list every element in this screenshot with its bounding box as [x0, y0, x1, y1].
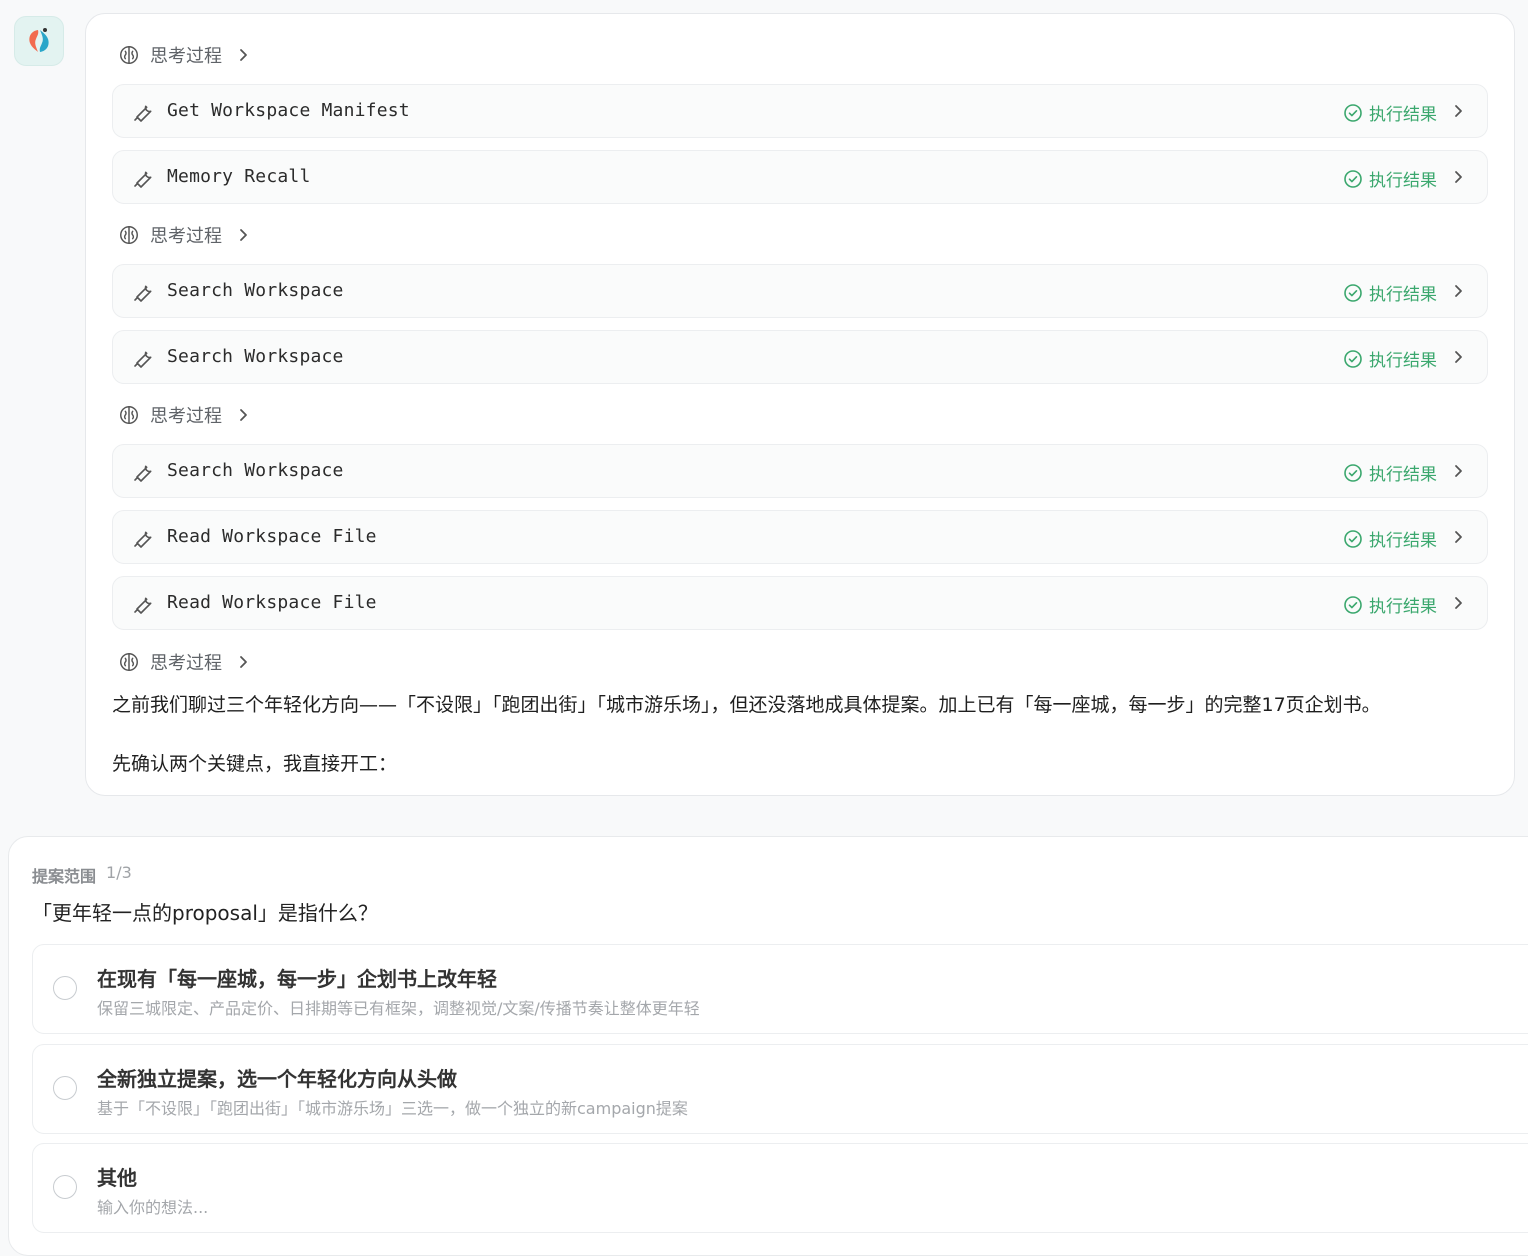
thinking-process-toggle[interactable]: 思考过程	[118, 220, 250, 250]
check-circle-icon	[1343, 463, 1363, 483]
tool-status[interactable]: 执行结果	[1343, 526, 1437, 551]
answer-option[interactable]: 全新独立提案，选一个年轻化方向从头做 基于「不设限」「跑团出街」「城市游乐场」三…	[32, 1044, 1528, 1134]
brain-icon	[118, 651, 140, 673]
tool-status-label: 执行结果	[1369, 285, 1437, 305]
question-title: 「更年轻一点的proposal」是指什么？	[32, 901, 378, 925]
option-input-placeholder[interactable]: 输入你的想法...	[97, 1194, 208, 1218]
brain-icon	[118, 44, 140, 66]
message-paragraph: 先确认两个关键点，我直接开工：	[112, 753, 398, 775]
option-title: 其他	[97, 1166, 137, 1190]
wrench-icon	[131, 100, 155, 124]
option-description: 保留三城限定、产品定价、日排期等已有框架，调整视觉/文案/传播节奏让整体更年轻	[97, 999, 700, 1018]
tool-call-row[interactable]: Read Workspace File 执行结果	[112, 510, 1488, 564]
chevron-right-icon[interactable]	[1451, 530, 1465, 544]
radio-button[interactable]	[53, 1076, 77, 1100]
check-circle-icon	[1343, 103, 1363, 123]
tool-call-row[interactable]: Memory Recall 执行结果	[112, 150, 1488, 204]
question-counter: 1/3	[106, 863, 132, 882]
tool-name: Read Workspace File	[167, 592, 377, 613]
tool-status-label: 执行结果	[1369, 597, 1437, 617]
tool-status[interactable]: 执行结果	[1343, 346, 1437, 371]
check-circle-icon	[1343, 595, 1363, 615]
tool-name: Search Workspace	[167, 460, 344, 481]
option-title: 在现有「每一座城，每一步」企划书上改年轻	[97, 967, 497, 991]
tool-status[interactable]: 执行结果	[1343, 166, 1437, 191]
chevron-right-icon[interactable]	[1451, 596, 1465, 610]
question-header: 提案范围 1/3	[32, 863, 132, 887]
tool-status-label: 执行结果	[1369, 531, 1437, 551]
chevron-right-icon[interactable]	[1451, 284, 1465, 298]
chevron-right-icon[interactable]	[1451, 170, 1465, 184]
assistant-message: 思考过程 Get Workspace Manifest 执行结果 Memory …	[85, 13, 1515, 796]
thinking-process-toggle[interactable]: 思考过程	[118, 647, 250, 677]
app-logo-icon	[29, 28, 49, 52]
wrench-icon	[131, 346, 155, 370]
option-title: 全新独立提案，选一个年轻化方向从头做	[97, 1067, 457, 1091]
wrench-icon	[131, 166, 155, 190]
thinking-label: 思考过程	[150, 406, 222, 427]
tool-call-row[interactable]: Search Workspace 执行结果	[112, 264, 1488, 318]
tool-call-row[interactable]: Search Workspace 执行结果	[112, 444, 1488, 498]
question-category: 提案范围	[32, 867, 97, 886]
tool-status[interactable]: 执行结果	[1343, 100, 1437, 125]
radio-button[interactable]	[53, 976, 77, 1000]
thinking-process-toggle[interactable]: 思考过程	[118, 400, 250, 430]
chevron-right-icon	[236, 228, 250, 242]
option-description: 基于「不设限」「跑团出街」「城市游乐场」三选一，做一个独立的新campaign提…	[97, 1099, 688, 1118]
tool-status-label: 执行结果	[1369, 105, 1437, 125]
tool-name: Search Workspace	[167, 280, 344, 301]
wrench-icon	[131, 592, 155, 616]
tool-call-row[interactable]: Read Workspace File 执行结果	[112, 576, 1488, 630]
tool-name: Search Workspace	[167, 346, 344, 367]
wrench-icon	[131, 526, 155, 550]
tool-status-label: 执行结果	[1369, 465, 1437, 485]
radio-button[interactable]	[53, 1175, 77, 1199]
tool-status[interactable]: 执行结果	[1343, 592, 1437, 617]
thinking-label: 思考过程	[150, 653, 222, 674]
thinking-label: 思考过程	[150, 46, 222, 67]
thinking-process-toggle[interactable]: 思考过程	[118, 40, 250, 70]
chevron-right-icon	[236, 48, 250, 62]
tool-status-label: 执行结果	[1369, 351, 1437, 371]
chevron-right-icon[interactable]	[1451, 464, 1465, 478]
assistant-avatar	[14, 16, 64, 66]
chevron-right-icon	[236, 408, 250, 422]
check-circle-icon	[1343, 349, 1363, 369]
answer-option-other[interactable]: 其他 输入你的想法...	[32, 1143, 1528, 1233]
thinking-label: 思考过程	[150, 226, 222, 247]
brain-icon	[118, 224, 140, 246]
tool-name: Read Workspace File	[167, 526, 377, 547]
tool-status-label: 执行结果	[1369, 171, 1437, 191]
check-circle-icon	[1343, 283, 1363, 303]
question-card: 提案范围 1/3 「更年轻一点的proposal」是指什么？ 在现有「每一座城，…	[8, 836, 1528, 1256]
wrench-icon	[131, 460, 155, 484]
tool-name: Memory Recall	[167, 166, 311, 187]
message-paragraph: 之前我们聊过三个年轻化方向——「不设限」「跑团出街」「城市游乐场」，但还没落地成…	[112, 694, 1381, 716]
tool-name: Get Workspace Manifest	[167, 100, 410, 121]
chevron-right-icon	[236, 655, 250, 669]
tool-call-row[interactable]: Search Workspace 执行结果	[112, 330, 1488, 384]
wrench-icon	[131, 280, 155, 304]
tool-call-row[interactable]: Get Workspace Manifest 执行结果	[112, 84, 1488, 138]
tool-status[interactable]: 执行结果	[1343, 460, 1437, 485]
answer-option[interactable]: 在现有「每一座城，每一步」企划书上改年轻 保留三城限定、产品定价、日排期等已有框…	[32, 944, 1528, 1034]
chevron-right-icon[interactable]	[1451, 104, 1465, 118]
check-circle-icon	[1343, 529, 1363, 549]
brain-icon	[118, 404, 140, 426]
tool-status[interactable]: 执行结果	[1343, 280, 1437, 305]
chevron-right-icon[interactable]	[1451, 350, 1465, 364]
check-circle-icon	[1343, 169, 1363, 189]
